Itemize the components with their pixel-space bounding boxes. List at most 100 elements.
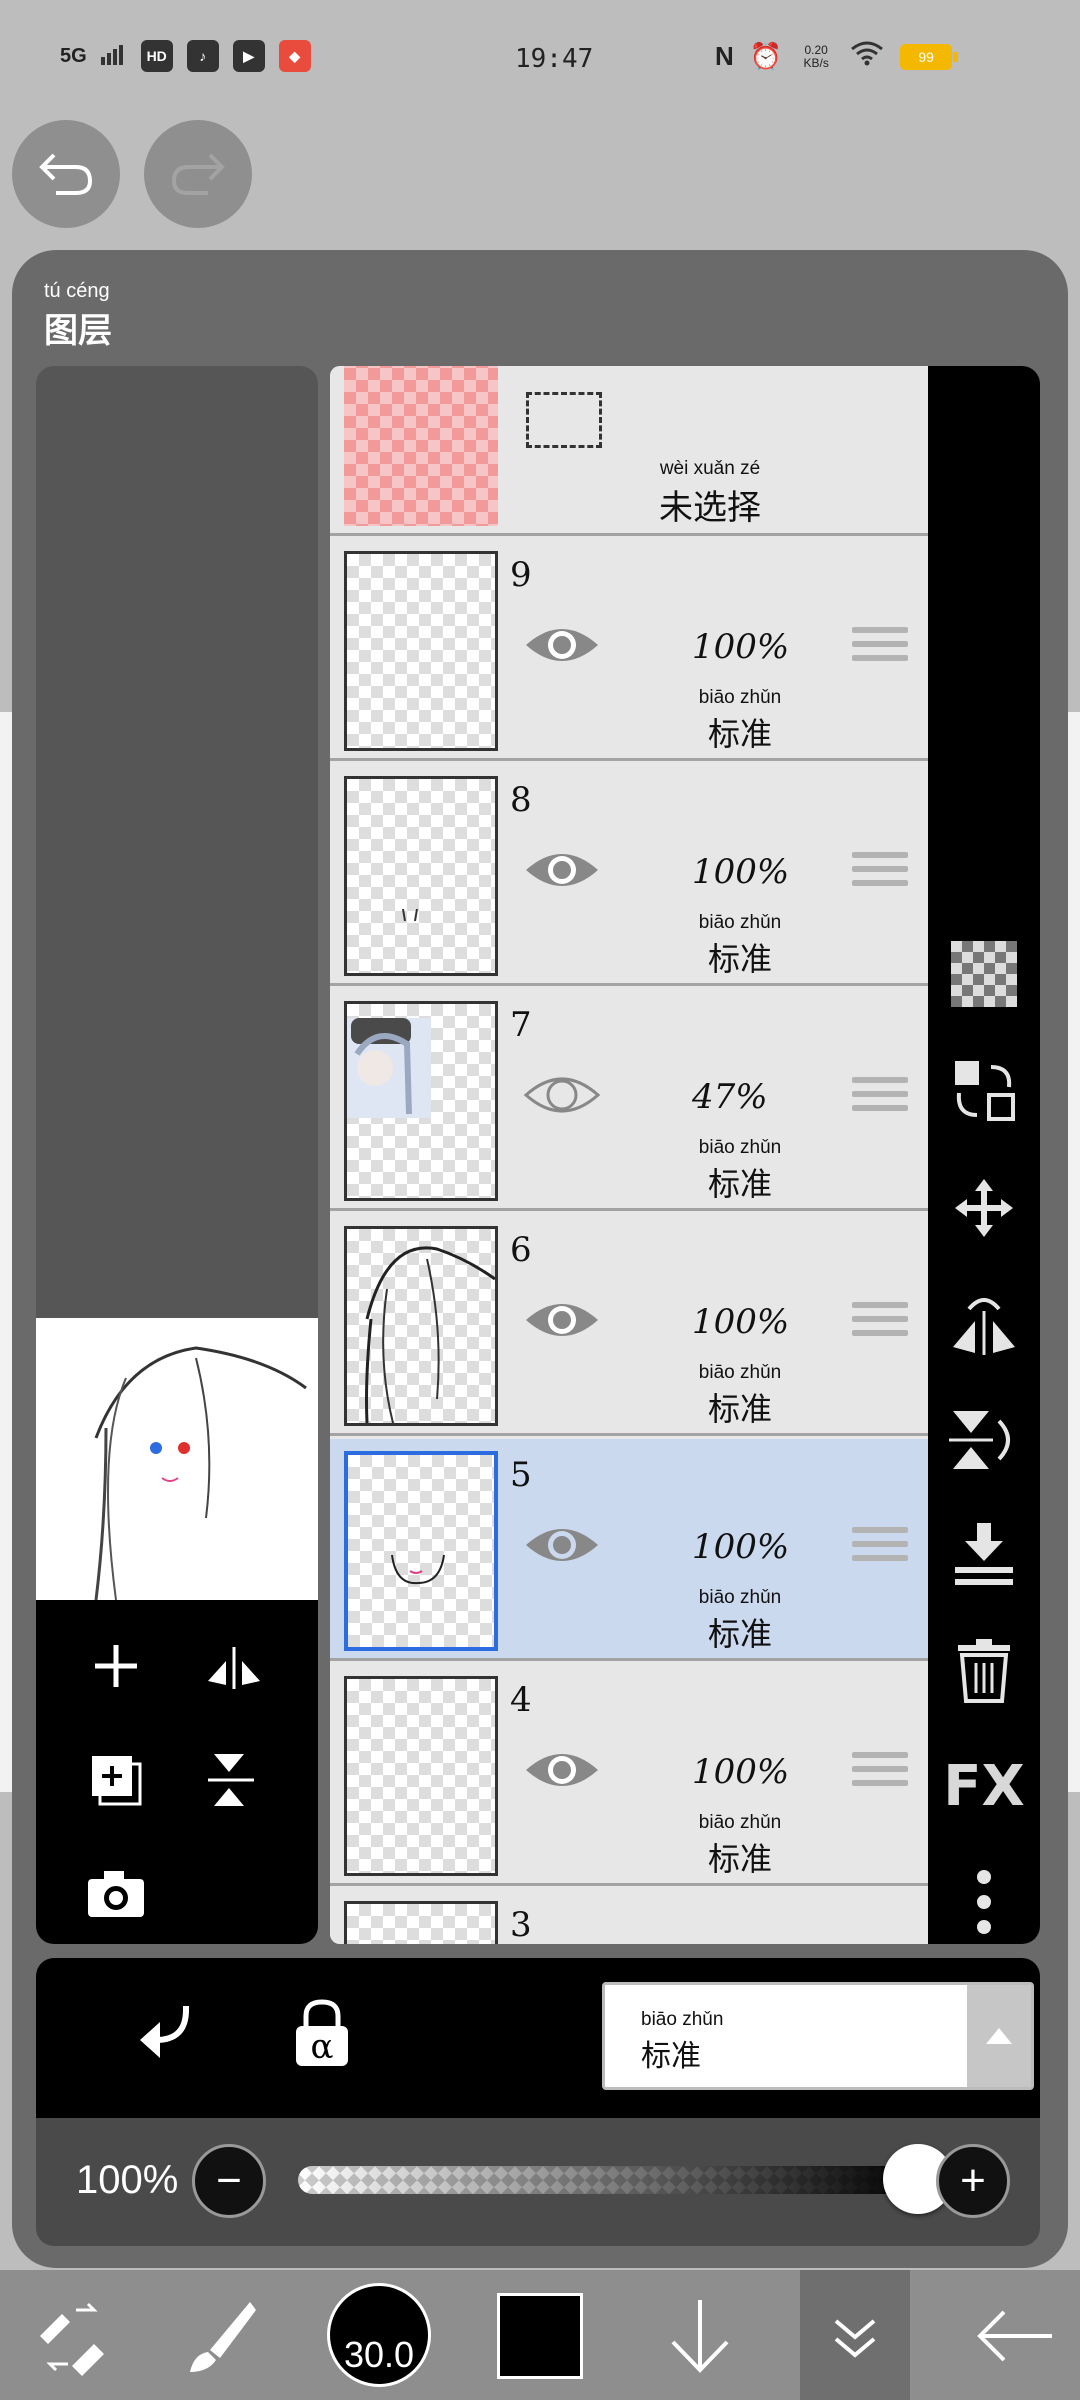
- drag-handle-icon[interactable]: [852, 1752, 908, 1800]
- layer-thumbnail-art: [365, 1246, 496, 1424]
- layer-row[interactable]: 9 100% biāo zhǔn 标准: [330, 539, 928, 761]
- clipping-button[interactable]: [136, 2000, 196, 2075]
- move-button[interactable]: [946, 1170, 1022, 1246]
- drag-handle-icon[interactable]: [852, 852, 908, 900]
- layer-blend-pinyin: biāo zhǔn: [698, 687, 782, 708]
- color-button[interactable]: [492, 2288, 588, 2384]
- selection-layer-thumbnail: [344, 366, 498, 526]
- checkerboard-icon: [951, 941, 1017, 1007]
- swap-icon: [955, 1061, 1015, 1121]
- alpha-lock-icon: α: [296, 1999, 348, 2067]
- selection-layer-row[interactable]: wèi xuǎn zé 未选择: [330, 366, 928, 536]
- move-icon: [955, 1179, 1013, 1237]
- eye-icon[interactable]: [522, 844, 602, 896]
- duplicate-layer-button[interactable]: [76, 1740, 156, 1820]
- layer-row[interactable]: 3: [330, 1889, 928, 1944]
- layer-opacity: 100%: [692, 1752, 790, 1792]
- layer-blend-mode: biāo zhǔn 标准: [670, 1362, 810, 1430]
- back-button[interactable]: [966, 2288, 1062, 2384]
- redo-button[interactable]: [144, 120, 252, 228]
- flip-horizontal-button[interactable]: [946, 1286, 1022, 1362]
- download-button[interactable]: [652, 2288, 748, 2384]
- layer-number: 9: [510, 555, 532, 595]
- drag-handle-icon[interactable]: [852, 1527, 908, 1575]
- layer-blend-pinyin: biāo zhǔn: [698, 1587, 782, 1608]
- arrow-left-icon: [977, 2310, 1052, 2362]
- layer-opacity: 100%: [692, 852, 790, 892]
- layer-opacity: 100%: [692, 1302, 790, 1342]
- opacity-slider-track[interactable]: [298, 2166, 918, 2194]
- flip-horizontal-icon: [208, 1647, 260, 1689]
- eye-icon[interactable]: [522, 619, 602, 671]
- flip-layer-vertical-button[interactable]: [194, 1740, 274, 1820]
- merge-down-button[interactable]: [946, 1516, 1022, 1592]
- layers-button[interactable]: [800, 2270, 910, 2400]
- brush-icon: [190, 2302, 256, 2372]
- layer-opacity: 100%: [692, 627, 790, 667]
- layer-blend-text: 标准: [707, 1166, 772, 1202]
- net-speed: 0.20 KB/s: [798, 43, 834, 70]
- bottom-toolbar: 30.0: [0, 2270, 1080, 2400]
- duplicate-icon: [92, 1756, 142, 1806]
- layer-thumbnail-art: [402, 908, 418, 922]
- selection-status-text: 未选择: [659, 489, 761, 527]
- eye-icon[interactable]: [522, 1294, 602, 1346]
- color-swatch: [497, 2293, 583, 2379]
- canvas-thumbnail[interactable]: [36, 1318, 318, 1601]
- swap-layer-button[interactable]: [946, 1052, 1022, 1128]
- flip-layer-horizontal-button[interactable]: [194, 1626, 274, 1706]
- drag-handle-icon[interactable]: [852, 1077, 908, 1125]
- blend-mode-text: 标准: [641, 2040, 701, 2073]
- fx-button[interactable]: FX: [943, 1748, 1024, 1824]
- layer-blend-text: 标准: [707, 1391, 772, 1427]
- clip-arrow-icon: [140, 2006, 189, 2058]
- layer-thumbnail: [344, 776, 498, 976]
- opacity-increase-button[interactable]: +: [936, 2144, 1010, 2218]
- layer-row[interactable]: 7 47% biāo zhǔn 标准: [330, 989, 928, 1211]
- layer-blend-pinyin: biāo zhǔn: [698, 1812, 782, 1833]
- transparency-button[interactable]: [946, 936, 1022, 1012]
- delete-layer-button[interactable]: [946, 1632, 1022, 1708]
- status-right: N ⏰ 0.20 KB/s 99: [715, 40, 959, 73]
- eye-hidden-icon[interactable]: [522, 1069, 602, 1121]
- chevron-double-down-icon: [834, 2319, 876, 2358]
- layer-blend-pinyin: biāo zhǔn: [698, 1362, 782, 1383]
- layer-options-bar: α biāo zhǔn 标准: [36, 1958, 1040, 2118]
- eye-icon[interactable]: [522, 1744, 602, 1796]
- undo-button[interactable]: [12, 120, 120, 228]
- layer-row-selected[interactable]: 5 100% biāo zhǔn 标准: [330, 1439, 928, 1661]
- more-options-button[interactable]: [946, 1864, 1022, 1940]
- tool-switch-button[interactable]: [24, 2288, 120, 2384]
- camera-button[interactable]: [76, 1854, 156, 1934]
- drag-handle-icon[interactable]: [852, 1302, 908, 1350]
- flip-vertical-icon: [208, 1754, 254, 1806]
- drag-handle-icon[interactable]: [852, 627, 908, 675]
- layer-row[interactable]: 6 100% biāo zhǔn 标准: [330, 1214, 928, 1436]
- more-vertical-icon: [977, 1870, 991, 1934]
- layer-blend-text: 标准: [707, 1616, 772, 1652]
- opacity-decrease-button[interactable]: −: [192, 2144, 266, 2218]
- panel-title: tú céng 图层: [44, 280, 112, 352]
- eye-icon[interactable]: [522, 1519, 602, 1571]
- alpha-lock-button[interactable]: α: [292, 1996, 352, 2075]
- brush-size-button[interactable]: 30.0: [324, 2280, 434, 2390]
- layer-list[interactable]: wèi xuǎn zé 未选择 9 100% biāo zhǔn 标准 8 10…: [330, 366, 928, 1944]
- layer-blend-mode: biāo zhǔn 标准: [670, 1587, 810, 1655]
- nfc-icon: N: [715, 41, 734, 71]
- layer-row[interactable]: 8 100% biāo zhǔn 标准: [330, 764, 928, 986]
- undo-icon: [39, 153, 93, 195]
- layer-number: 8: [510, 780, 532, 820]
- layer-blend-text: 标准: [707, 941, 772, 977]
- signal-icon: [100, 41, 127, 72]
- layer-row[interactable]: 4 100% biāo zhǔn 标准: [330, 1664, 928, 1886]
- flip-vertical-button[interactable]: [946, 1402, 1022, 1478]
- add-layer-button[interactable]: [76, 1626, 156, 1706]
- layer-panel: tú céng 图层 wèi xuǎn zé 未选择 9 100% biāo z…: [12, 250, 1068, 2268]
- layer-thumbnail: [344, 1001, 498, 1201]
- blend-mode-select[interactable]: biāo zhǔn 标准: [602, 1982, 1034, 2090]
- layer-thumbnail: [344, 1451, 498, 1651]
- layer-blend-mode: biāo zhǔn 标准: [670, 687, 810, 755]
- net-speed-unit: KB/s: [803, 55, 829, 70]
- layer-thumbnail: [344, 551, 498, 751]
- brush-button[interactable]: [172, 2288, 268, 2384]
